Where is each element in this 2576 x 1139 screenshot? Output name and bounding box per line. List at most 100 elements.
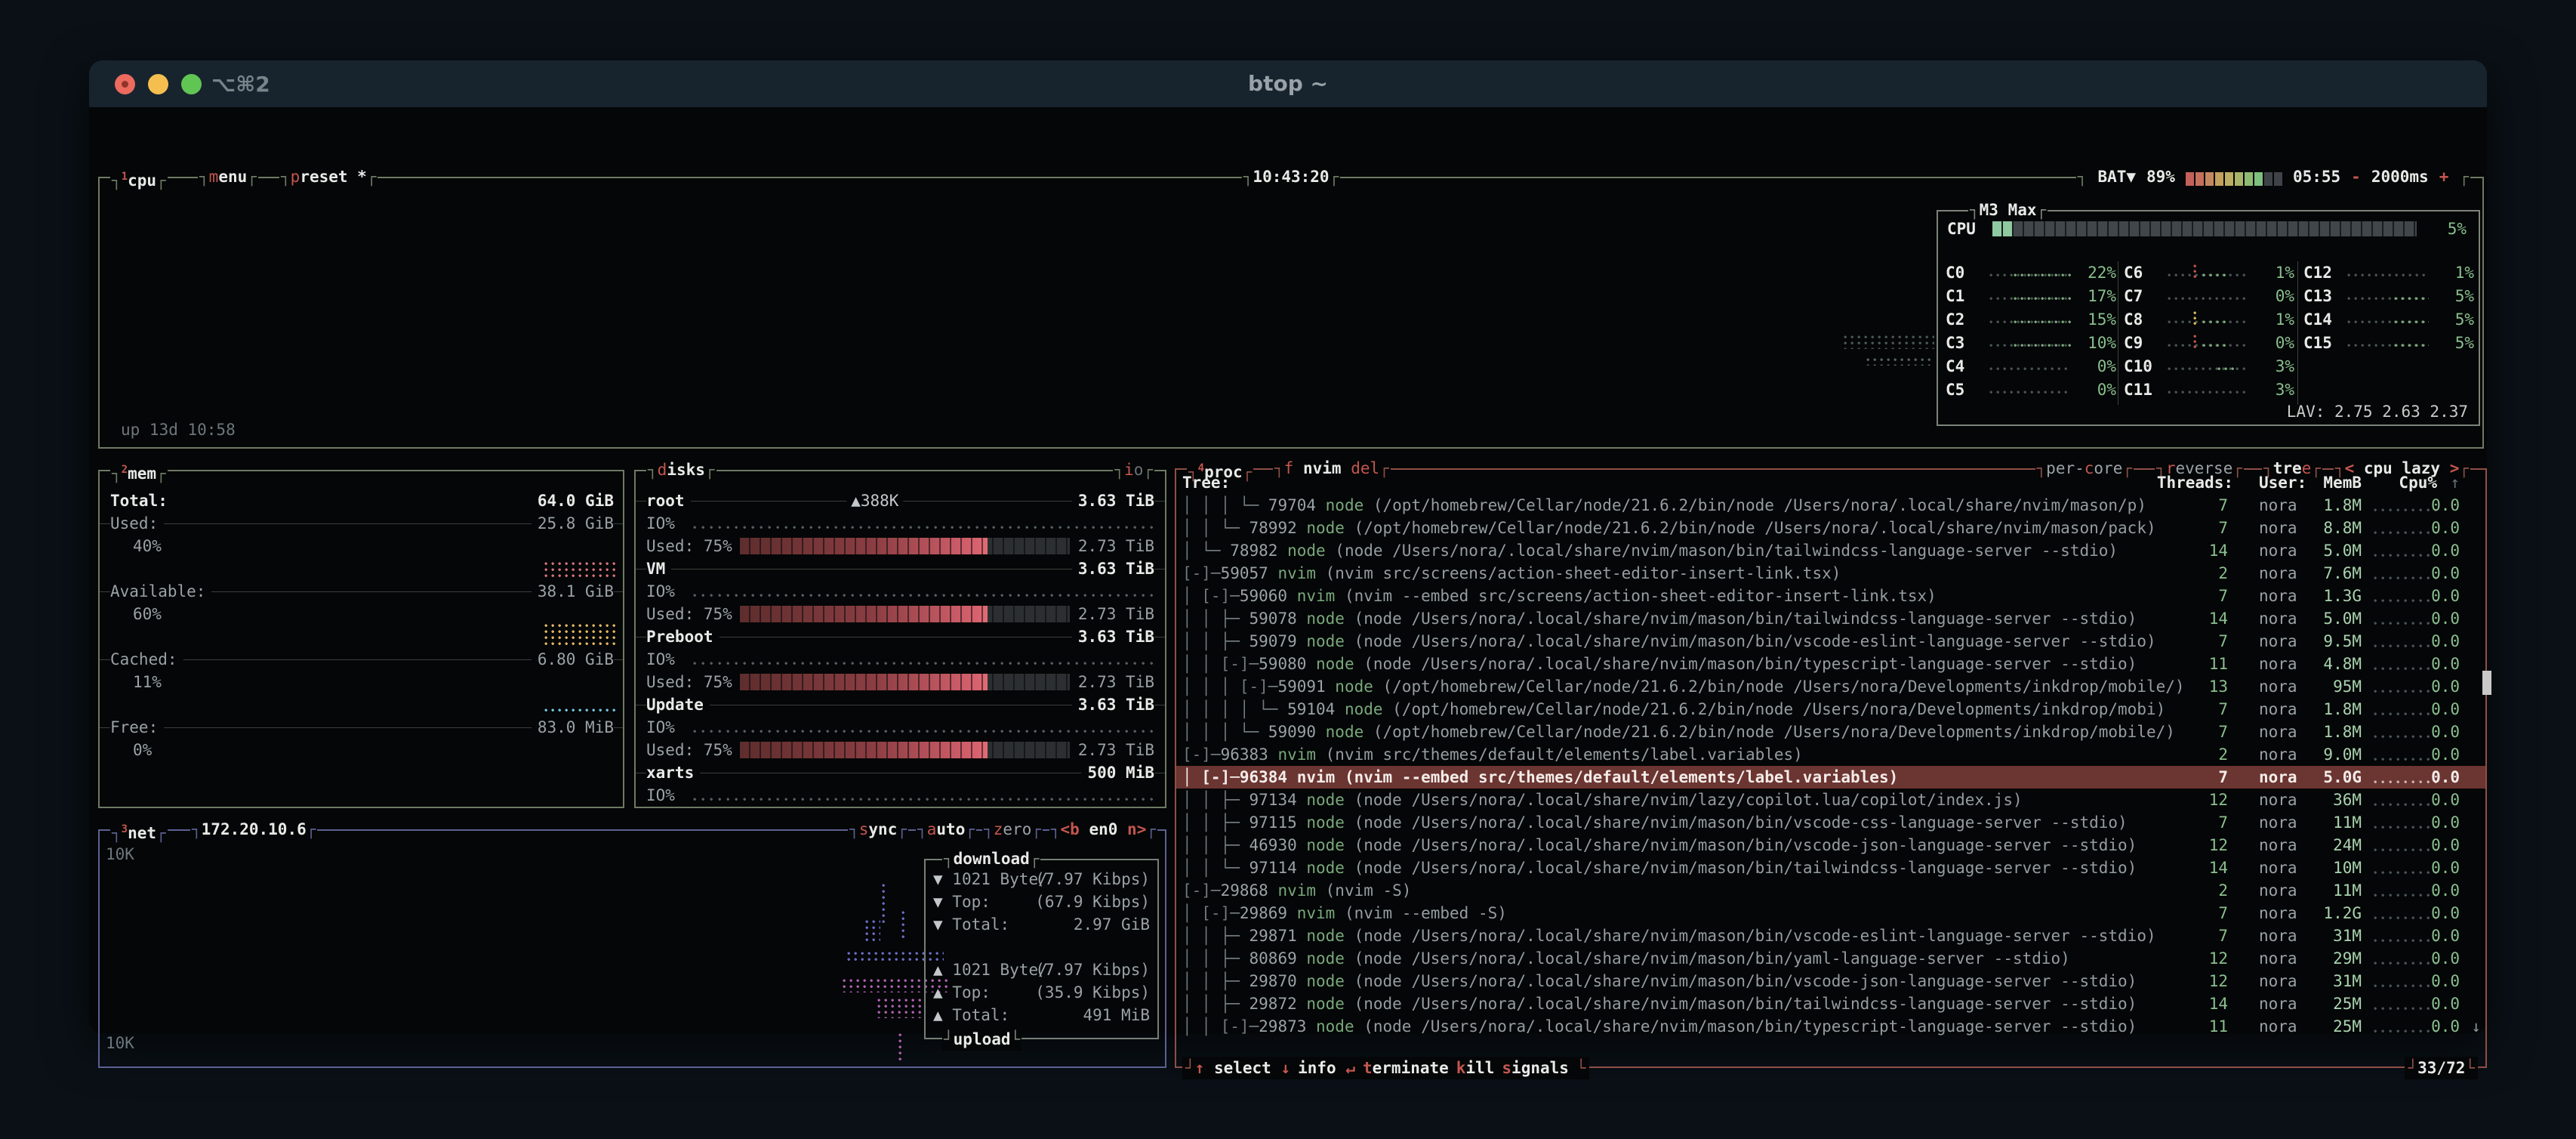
process-cpu: 0.0 (2431, 970, 2460, 992)
process-args: (node /Users/nora/.local/share/nvim/maso… (1354, 927, 2156, 945)
process-row[interactable]: │ │ [-]─29873 node (node /Users/nora/.lo… (1176, 1015, 2485, 1038)
process-row[interactable]: │ └─ 78982 node (node /Users/nora/.local… (1176, 539, 2485, 562)
process-mem: 9.0M (2323, 743, 2362, 766)
net-download-row: ▼ Total:2.97 GiB (933, 913, 1150, 936)
net-zero-button[interactable]: zero (982, 818, 1043, 841)
column-cpu[interactable]: Cpu% (2399, 471, 2437, 494)
process-row[interactable]: │ │ ├─ 29870 node (node /Users/nora/.loc… (1176, 970, 2485, 992)
process-name: node (1306, 927, 1354, 945)
process-user: nora (2259, 517, 2297, 539)
disk-io-row: IO% (646, 784, 1154, 807)
net-sync-button[interactable]: sync (848, 818, 908, 841)
proc-footer: ↑ select ↓ info ↵ terminate kill signals (1182, 1057, 1589, 1079)
upload-title: upload (942, 1028, 1021, 1051)
cpu-graph-dots (1866, 358, 1934, 366)
core-row: C135% (2303, 285, 2474, 308)
process-args: (node /Users/nora/.local/share/nvim/maso… (1354, 813, 2128, 832)
net-box-title[interactable]: 3net (110, 818, 168, 844)
process-row[interactable]: │ │ ├─ 80869 node (node /Users/nora/.loc… (1176, 947, 2485, 970)
mem-box-title[interactable]: 2mem (110, 458, 168, 485)
mem-leader-dots (2374, 690, 2439, 693)
net-download-row: ▼ Top:(67.9 Kibps) (933, 891, 1150, 913)
column-tree[interactable]: Tree: (1182, 471, 1230, 494)
process-row[interactable]: │ │ └─ 97114 node (node /Users/nora/.loc… (1176, 857, 2485, 879)
footer-ll-button[interactable]: kill (1456, 1059, 1495, 1077)
core-percent: 0% (2097, 355, 2116, 378)
cpu-box-title[interactable]: 1cpu (110, 165, 168, 192)
interval-increase-button[interactable]: + (2439, 165, 2449, 188)
process-row[interactable]: │ [-]─59060 nvim (nvim --embed src/scree… (1176, 585, 2485, 607)
process-pid: 46930 (1249, 836, 1307, 854)
tree-prefix: │ │ │ └─ (1182, 723, 1268, 741)
upload-arrow-icon: ▲ (933, 1006, 952, 1024)
column-user[interactable]: User: (2259, 471, 2306, 494)
process-user: nora (2259, 721, 2297, 743)
cpu-total-percent: 5% (2448, 218, 2467, 240)
process-row[interactable]: │ │ │ [-]─59091 node (/opt/homebrew/Cell… (1176, 675, 2485, 698)
process-row[interactable]: │ │ │ │ └─ 59104 node (/opt/homebrew/Cel… (1176, 698, 2485, 721)
process-mem: 1.8M (2323, 721, 2362, 743)
process-args: (node /Users/nora/.local/share/nvim/maso… (1354, 972, 2137, 990)
process-row[interactable]: [-]─29868 nvim (nvim -S)2nora11M0.0 (1176, 879, 2485, 902)
key-icon: ↵ (1336, 1059, 1355, 1077)
process-row[interactable]: │ [-]─29869 nvim (nvim --embed -S)7nora1… (1176, 902, 2485, 924)
process-row[interactable]: │ │ │ └─ 79704 node (/opt/homebrew/Cella… (1176, 494, 2485, 517)
process-row[interactable]: │ │ ├─ 59078 node (node /Users/nora/.loc… (1176, 607, 2485, 630)
preset-button[interactable]: preset * (279, 165, 377, 188)
process-mem: 31M (2333, 924, 2362, 947)
io-mode-button[interactable]: io (1113, 458, 1154, 481)
interval-decrease-button[interactable]: - (2351, 165, 2361, 188)
net-stat-label: 1021 Byte/ (952, 961, 1047, 979)
core-row: C40% (1946, 355, 2116, 378)
net-auto-button[interactable]: auto (916, 818, 976, 841)
core-percent: 0% (2097, 378, 2116, 401)
key-icon: t (1363, 1059, 1373, 1077)
footer-gnals-button[interactable]: signals (1502, 1059, 1569, 1077)
core-graph-active (2394, 297, 2429, 303)
mem-leader-dots (2374, 803, 2439, 806)
net-interface-selector[interactable]: <b en0 n> (1049, 818, 1157, 841)
process-row[interactable]: │ │ ├─ 59079 node (node /Users/nora/.loc… (1176, 630, 2485, 653)
process-cpu: 0.0 (2431, 607, 2460, 630)
process-pid: 59079 (1249, 632, 1307, 650)
process-pid: 59104 (1287, 700, 1345, 718)
column-mem[interactable]: MemB (2323, 471, 2362, 494)
core-label: C1 (1946, 285, 1964, 307)
mem-stat-label: Available: (110, 580, 211, 603)
process-args: (/opt/homebrew/Cellar/node/21.6.2/bin/no… (1383, 678, 2185, 696)
process-row[interactable]: │ │ └─ 78992 node (/opt/homebrew/Cellar/… (1176, 517, 2485, 539)
tree-prefix: [-]─ (1182, 564, 1221, 582)
menu-button[interactable]: menu (198, 165, 258, 188)
disks-box-title[interactable]: disks (646, 458, 716, 481)
footer-select-button[interactable]: ↑ select ↓ (1195, 1059, 1290, 1077)
process-row[interactable]: [-]─59057 nvim (nvim src/screens/action-… (1176, 562, 2485, 585)
process-row[interactable]: [-]─96383 nvim (nvim src/themes/default/… (1176, 743, 2485, 766)
footer-rminate-button[interactable]: terminate (1363, 1059, 1449, 1077)
process-args: (nvim --embed -S) (1345, 904, 1507, 922)
disk-name: root (646, 489, 691, 512)
core-percent: 3% (2276, 355, 2294, 378)
process-name: node (1326, 496, 1373, 514)
process-row[interactable]: │ │ ├─ 46930 node (node /Users/nora/.loc… (1176, 834, 2485, 857)
proc-scrollbar[interactable] (2482, 671, 2491, 695)
footer-nfo-button[interactable]: info ↵ (1298, 1059, 1355, 1077)
process-name: node (1306, 995, 1354, 1013)
core-row: C022% (1946, 261, 2116, 285)
terminal-content: 1cpu menu preset * 10:43:20 BAT▼ 89% 05:… (89, 107, 2487, 1033)
mem-stat-percent-row: 60% (110, 603, 614, 625)
process-row[interactable]: │ │ │ └─ 59090 node (/opt/homebrew/Cella… (1176, 721, 2485, 743)
process-row[interactable]: │ │ ├─ 29872 node (node /Users/nora/.loc… (1176, 992, 2485, 1015)
process-threads: 7 (2218, 517, 2228, 539)
process-row[interactable]: │ │ ├─ 97115 node (node /Users/nora/.loc… (1176, 811, 2485, 834)
process-args: (nvim --embed src/screens/action-sheet-e… (1345, 587, 1937, 605)
column-threads[interactable]: Threads: (2157, 471, 2233, 494)
tree-prefix: │ │ ├─ (1182, 949, 1249, 968)
process-cpu: 0.0 (2431, 517, 2460, 539)
process-row[interactable]: │ │ ├─ 29871 node (node /Users/nora/.loc… (1176, 924, 2485, 947)
process-pid: 59057 (1221, 564, 1278, 582)
process-row[interactable]: │ │ ├─ 97134 node (node /Users/nora/.loc… (1176, 789, 2485, 811)
mem-leader-dots (2374, 871, 2439, 874)
process-row[interactable]: │ │ [-]─59080 node (node /Users/nora/.lo… (1176, 653, 2485, 675)
disk-total: 500 MiB (1081, 761, 1154, 784)
process-row[interactable]: │ [-]─96384 nvim (nvim --embed src/theme… (1176, 766, 2485, 789)
